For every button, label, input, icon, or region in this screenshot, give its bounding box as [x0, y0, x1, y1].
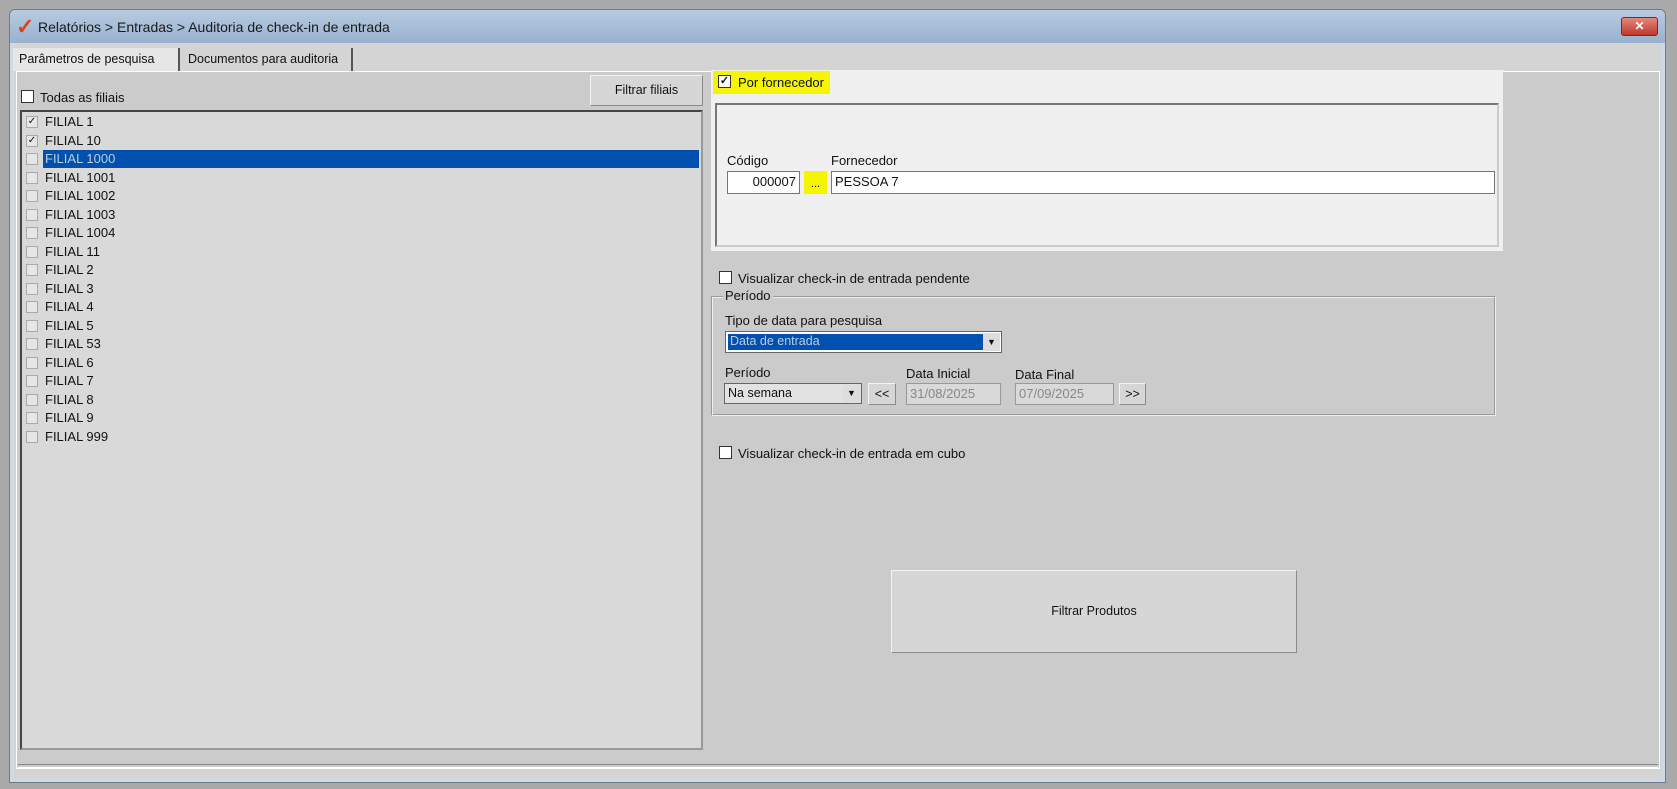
filial-checkbox[interactable]: [26, 393, 38, 406]
filial-checkbox[interactable]: [26, 208, 38, 221]
fornecedor-label: Fornecedor: [831, 153, 898, 168]
app-logo-icon: ✓: [16, 14, 35, 39]
filial-list-item[interactable]: FILIAL 1003: [24, 206, 699, 224]
filial-checkbox[interactable]: [26, 264, 38, 276]
data-inicial-input[interactable]: 31/08/2025: [906, 383, 1001, 405]
filial-checkbox[interactable]: [26, 375, 38, 387]
filial-list-item[interactable]: FILIAL 999: [24, 428, 699, 446]
filial-label: FILIAL 1: [45, 114, 94, 129]
chevron-down-icon[interactable]: ▼: [983, 333, 1000, 351]
filial-checkbox[interactable]: [26, 153, 38, 165]
filial-list-item[interactable]: FILIAL 5: [24, 317, 699, 335]
data-inicial-label: Data Inicial: [906, 366, 971, 381]
filial-list-item[interactable]: FILIAL 1002: [24, 187, 699, 205]
window-title: Relatórios > Entradas > Auditoria de che…: [38, 19, 390, 35]
filial-list-item[interactable]: FILIAL 1000: [24, 150, 699, 168]
filial-label: FILIAL 4: [45, 299, 94, 314]
codigo-label: Código: [727, 153, 769, 168]
pendente-label: Visualizar check-in de entrada pendente: [738, 271, 970, 286]
filial-checkbox[interactable]: [26, 171, 38, 184]
filial-list-item[interactable]: FILIAL 53: [24, 335, 699, 353]
filial-label: FILIAL 9: [45, 410, 94, 425]
periodo-group-title: Período: [723, 288, 773, 303]
filial-label: FILIAL 11: [45, 243, 100, 259]
filial-label: FILIAL 53: [45, 336, 101, 351]
data-final-label: Data Final: [1015, 367, 1075, 382]
filial-label: FILIAL 10: [45, 132, 101, 148]
filial-label: FILIAL 2: [45, 262, 94, 277]
filial-label: FILIAL 1000: [43, 150, 699, 168]
filial-list-item[interactable]: FILIAL 1001: [24, 169, 699, 187]
filial-checkbox[interactable]: [26, 338, 38, 350]
filtrar-produtos-button[interactable]: Filtrar Produtos: [891, 570, 1297, 653]
filial-label: FILIAL 1001: [45, 169, 116, 185]
tab-parametros-pesquisa[interactable]: Parâmetros de pesquisa: [13, 48, 180, 71]
pendente-checkbox[interactable]: [719, 271, 732, 284]
status-bar: [18, 764, 1658, 768]
filial-checkbox[interactable]: [26, 319, 38, 332]
data-final-input[interactable]: 07/09/2025: [1015, 383, 1114, 405]
filial-checkbox[interactable]: [26, 282, 38, 295]
periodo-label: Período: [725, 365, 771, 380]
filial-label: FILIAL 5: [45, 317, 94, 333]
filial-list-item[interactable]: FILIAL 6: [24, 354, 699, 372]
codigo-input[interactable]: 000007: [727, 171, 800, 194]
por-fornecedor-checkbox[interactable]: ✓: [718, 75, 731, 88]
todas-filiais-checkbox[interactable]: [21, 90, 34, 103]
filial-label: FILIAL 6: [45, 354, 94, 370]
fornecedor-lookup-button[interactable]: ...: [804, 171, 827, 194]
periodo-value: Na semana: [728, 386, 792, 400]
filial-list-item[interactable]: FILIAL 2: [24, 261, 699, 279]
filial-label: FILIAL 7: [45, 373, 94, 388]
filial-list-item[interactable]: FILIAL 1004: [24, 224, 699, 242]
tab-documentos-auditoria[interactable]: Documentos para auditoria: [182, 48, 353, 71]
filial-label: FILIAL 1003: [45, 206, 116, 222]
filial-checkbox[interactable]: [26, 430, 38, 443]
filial-checkbox[interactable]: [26, 412, 38, 424]
filial-checkbox[interactable]: [26, 227, 38, 239]
filial-list-item[interactable]: FILIAL 3: [24, 280, 699, 298]
periodo-proximo-button[interactable]: >>: [1119, 383, 1146, 405]
filial-label: FILIAL 999: [45, 428, 109, 444]
chevron-down-icon[interactable]: ▼: [843, 385, 860, 402]
filial-list-item[interactable]: FILIAL 7: [24, 372, 699, 390]
filial-list-item[interactable]: ✓ FILIAL 1: [24, 113, 699, 131]
filial-label: FILIAL 3: [45, 280, 94, 296]
cubo-label: Visualizar check-in de entrada em cubo: [738, 446, 966, 461]
close-button[interactable]: ✕: [1621, 17, 1658, 36]
filial-list-item[interactable]: ✓ FILIAL 10: [24, 132, 699, 150]
filtrar-filiais-button[interactable]: Filtrar filiais: [590, 75, 703, 106]
filial-list-item[interactable]: FILIAL 4: [24, 298, 699, 316]
cubo-checkbox[interactable]: [719, 446, 732, 459]
periodo-anterior-button[interactable]: <<: [868, 383, 896, 405]
filial-label: FILIAL 1002: [45, 188, 116, 203]
por-fornecedor-label: Por fornecedor: [738, 75, 824, 90]
filial-checkbox[interactable]: [26, 301, 38, 313]
filial-checkbox[interactable]: ✓: [26, 116, 38, 128]
filial-list-item[interactable]: FILIAL 8: [24, 391, 699, 409]
filial-list-item[interactable]: FILIAL 9: [24, 409, 699, 427]
tipo-data-value: Data de entrada: [728, 334, 983, 350]
filiais-list[interactable]: ✓ FILIAL 1 ✓ FILIAL 10 FILIAL 1000 FILIAL 100…: [20, 110, 703, 750]
filial-list-item[interactable]: FILIAL 11: [24, 243, 699, 261]
filial-checkbox[interactable]: [26, 190, 38, 202]
filial-checkbox[interactable]: [26, 356, 38, 369]
periodo-select[interactable]: Na semana ▼: [724, 383, 862, 404]
filial-checkbox[interactable]: [26, 245, 38, 258]
tipo-data-select[interactable]: Data de entrada ▼: [725, 331, 1002, 353]
fornecedor-input[interactable]: PESSOA 7: [831, 171, 1495, 194]
todas-filiais-label: Todas as filiais: [40, 90, 125, 105]
tipo-data-label: Tipo de data para pesquisa: [725, 313, 883, 328]
filial-label: FILIAL 1004: [45, 225, 116, 240]
filial-label: FILIAL 8: [45, 391, 94, 407]
filial-checkbox[interactable]: ✓: [26, 134, 38, 147]
